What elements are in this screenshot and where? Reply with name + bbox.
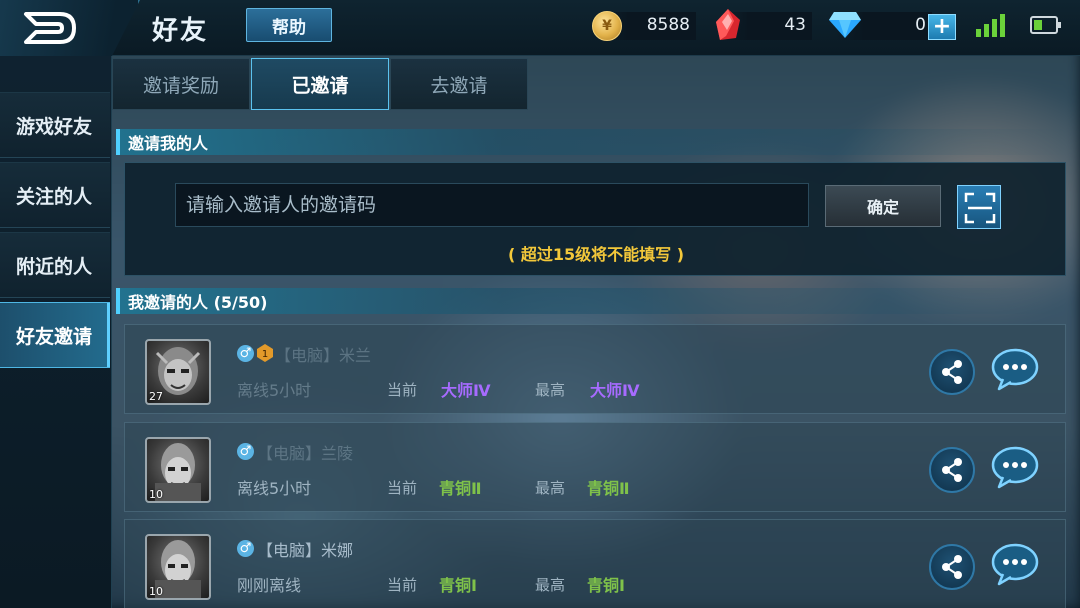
scan-qr-button[interactable]: [957, 185, 1001, 229]
highest-rank-label: 最高: [535, 576, 566, 594]
tab-invite-rewards[interactable]: 邀请奖励: [112, 58, 250, 110]
battery-icon: [1030, 16, 1061, 34]
male-icon: ♂: [237, 443, 254, 460]
avatar[interactable]: 10: [145, 534, 211, 600]
player-name: 【电脑】兰陵: [257, 444, 354, 463]
gem-value: 43: [784, 15, 806, 35]
current-rank: 青铜Ⅰ: [439, 576, 477, 595]
sidebar-item-nearby[interactable]: 附近的人: [0, 232, 110, 298]
my-invites-header: 我邀请的人 (5/50): [116, 288, 1076, 314]
invite-code-panel: 确定 ( 超过15级将不能填写 ): [124, 162, 1066, 276]
svg-text:1: 1: [262, 349, 268, 360]
list-item: 10 ♂ 【电脑】兰陵 离线5小时 当前 青铜Ⅱ 最高 青铜Ⅱ: [124, 422, 1066, 512]
current-rank: 大师Ⅳ: [441, 381, 491, 400]
confirm-button[interactable]: 确定: [825, 185, 941, 227]
list-item: 10 ♂ 【电脑】米娜 刚刚离线 当前 青铜Ⅰ 最高 青铜Ⅰ: [124, 519, 1066, 608]
share-button[interactable]: [929, 349, 975, 395]
share-icon: [942, 458, 962, 482]
share-icon: [942, 360, 962, 384]
diamond-icon: [829, 12, 861, 38]
avatar[interactable]: 27: [145, 339, 211, 405]
current-rank-label: 当前: [387, 576, 418, 594]
highest-rank: 青铜Ⅰ: [587, 576, 625, 595]
share-button[interactable]: [929, 544, 975, 590]
highest-rank: 青铜Ⅱ: [587, 479, 630, 498]
player-name: 【电脑】米兰: [275, 346, 372, 365]
male-icon: ♂: [237, 345, 254, 362]
top-bar: 好友 帮助 8588 ¥ 43 0 +: [0, 0, 1080, 56]
chat-bubble-icon[interactable]: [991, 347, 1039, 391]
highest-rank-label: 最高: [535, 381, 566, 399]
invite-code-input[interactable]: [175, 183, 809, 227]
invited-me-header: 邀请我的人: [116, 129, 1076, 155]
online-status: 离线5小时: [237, 479, 312, 498]
diamond-value: 0: [915, 15, 926, 35]
add-diamond-button[interactable]: +: [928, 14, 956, 40]
player-level: 10: [149, 488, 163, 501]
page-title: 好友: [152, 16, 209, 46]
back-button[interactable]: [0, 0, 140, 56]
current-rank-label: 当前: [387, 381, 418, 399]
signal-strength-icon: [976, 14, 1005, 37]
coin-icon: ¥: [592, 11, 622, 41]
current-rank-label: 当前: [387, 479, 418, 497]
chat-bubble-icon[interactable]: [991, 542, 1039, 586]
player-level: 10: [149, 585, 163, 598]
sidebar-item-game-friends[interactable]: 游戏好友: [0, 92, 110, 158]
rank-badge-icon: 1: [257, 344, 273, 362]
highest-rank-label: 最高: [535, 479, 566, 497]
player-name: 【电脑】米娜: [257, 541, 354, 560]
share-button[interactable]: [929, 447, 975, 493]
share-icon: [942, 555, 962, 579]
list-item: 27 ♂ 1 【电脑】米兰 离线5小时 当前 大师Ⅳ 最高 大师Ⅳ: [124, 324, 1066, 414]
avatar[interactable]: 10: [145, 437, 211, 503]
coin-value: 8588: [646, 15, 690, 35]
scan-icon: [964, 192, 996, 224]
chat-bubble-icon[interactable]: [991, 445, 1039, 489]
current-rank: 青铜Ⅱ: [439, 479, 482, 498]
tab-invited[interactable]: 已邀请: [251, 58, 389, 110]
ruby-gem-icon: [716, 9, 740, 40]
tab-go-invite[interactable]: 去邀请: [390, 58, 528, 110]
sidebar-item-following[interactable]: 关注的人: [0, 162, 110, 228]
sidebar-item-friend-invite[interactable]: 好友邀请: [0, 302, 110, 368]
online-status: 离线5小时: [237, 381, 312, 400]
sidebar: 游戏好友 关注的人 附近的人 好友邀请: [0, 56, 112, 608]
player-level: 27: [149, 390, 163, 403]
back-arrow-icon: [24, 12, 76, 44]
help-button[interactable]: 帮助: [246, 8, 332, 42]
level-limit-hint: ( 超过15级将不能填写 ): [507, 245, 685, 264]
online-status: 刚刚离线: [237, 576, 302, 595]
highest-rank: 大师Ⅳ: [590, 381, 640, 400]
male-icon: ♂: [237, 540, 254, 557]
